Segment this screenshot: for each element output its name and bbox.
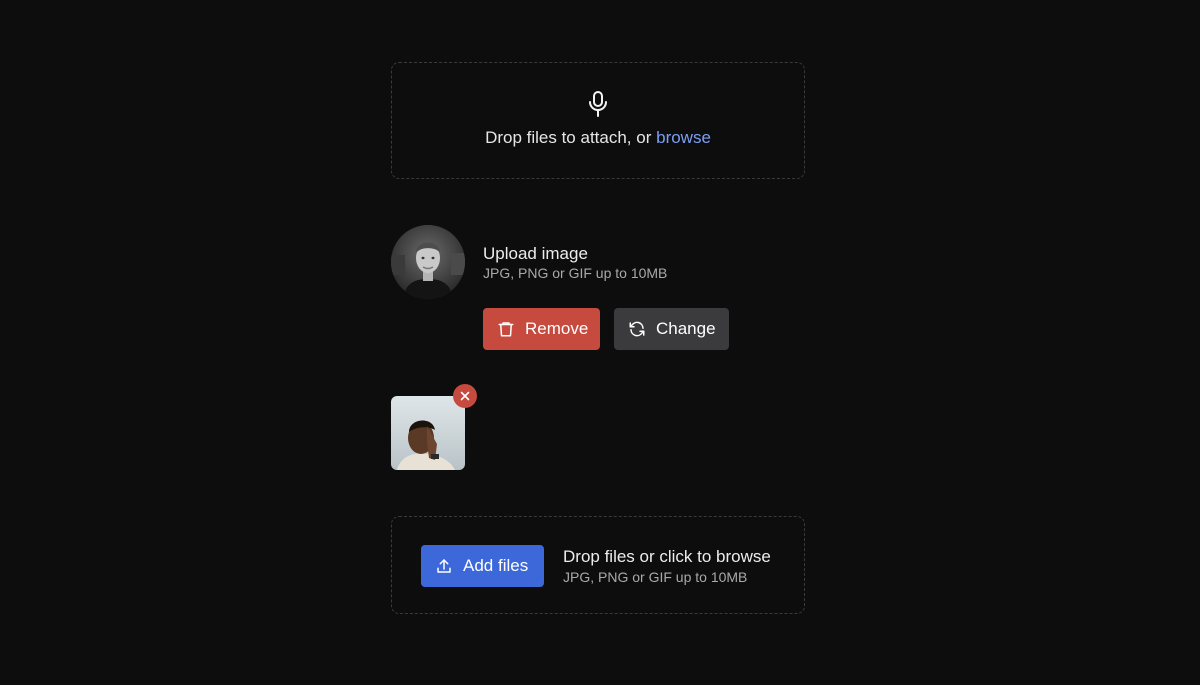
avatar <box>391 225 465 299</box>
add-files-button-label: Add files <box>463 556 529 575</box>
add-files-button[interactable]: Add files <box>421 545 544 587</box>
attach-dropzone-text: Drop files to attach, or browse <box>485 128 711 148</box>
add-files-dropzone[interactable]: Add files Drop files or click to browse … <box>391 516 805 614</box>
close-icon <box>460 391 470 401</box>
image-thumbnail <box>391 396 465 470</box>
add-files-hint: JPG, PNG or GIF up to 10MB <box>563 569 748 585</box>
browse-link[interactable]: browse <box>656 128 711 147</box>
upload-image-title: Upload image <box>483 244 588 263</box>
remove-button-label: Remove <box>525 319 589 338</box>
upload-image-hint: JPG, PNG or GIF up to 10MB <box>483 265 668 281</box>
change-button-label: Change <box>656 319 716 338</box>
upload-icon <box>437 559 451 573</box>
microphone-icon <box>589 90 607 117</box>
refresh-icon <box>629 321 645 337</box>
avatar-photo <box>391 225 465 299</box>
attach-dropzone[interactable]: Drop files to attach, or browse <box>391 62 805 179</box>
change-button[interactable]: Change <box>614 308 729 350</box>
remove-button[interactable]: Remove <box>483 308 600 350</box>
trash-icon <box>498 322 514 337</box>
add-files-title: Drop files or click to browse <box>563 547 771 566</box>
thumbnail-photo <box>391 396 465 470</box>
thumbnail-remove-button[interactable] <box>453 384 477 408</box>
attach-dropzone-label: Drop files to attach, or <box>485 127 652 147</box>
